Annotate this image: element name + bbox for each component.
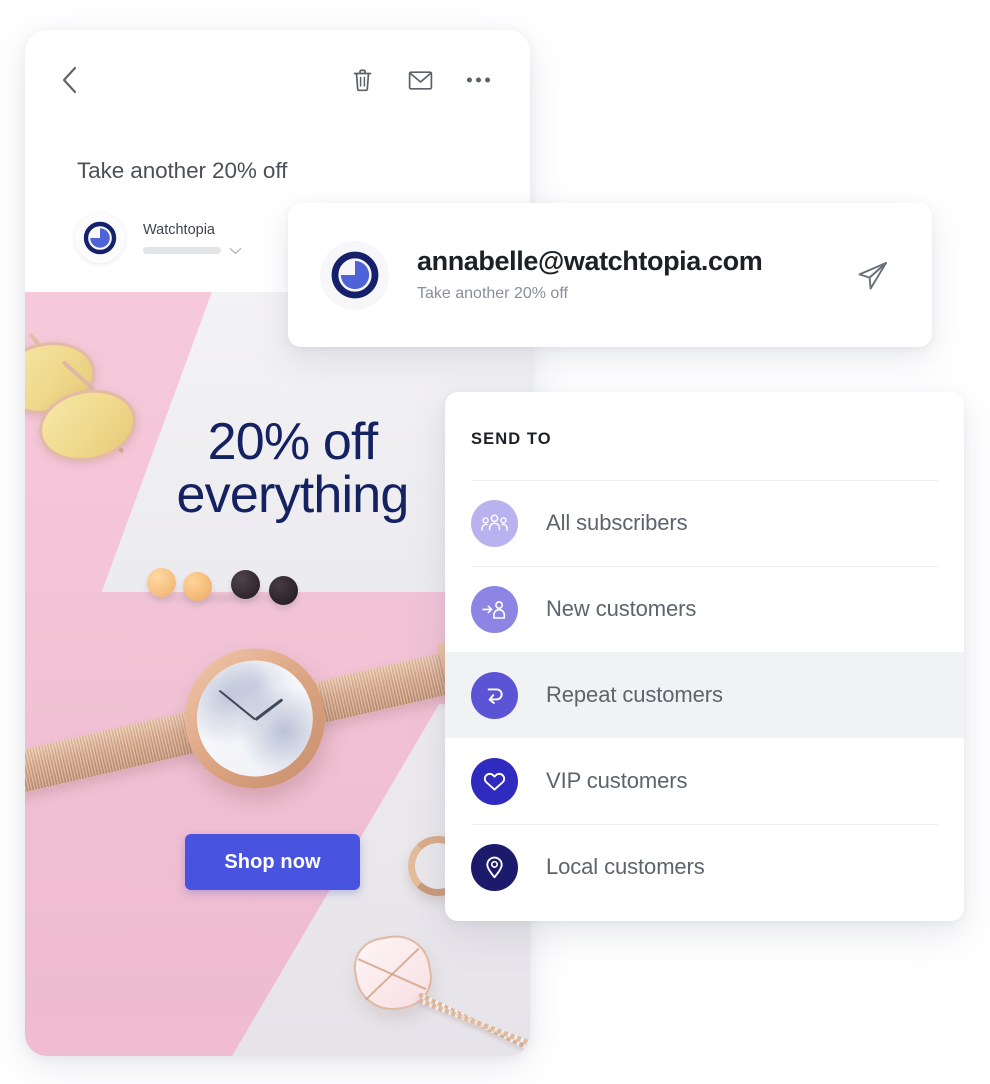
heart-icon bbox=[471, 757, 518, 805]
send-to-option-vip-customers[interactable]: VIP customers bbox=[445, 738, 964, 824]
back-icon[interactable] bbox=[61, 60, 95, 100]
email-card-text: annabelle@watchtopia.com Take another 20… bbox=[417, 245, 846, 304]
watchtopia-clock-logo bbox=[75, 213, 125, 263]
sender-placeholder-bar bbox=[143, 247, 221, 255]
send-to-option-all-subscribers[interactable]: All subscribers bbox=[445, 480, 964, 566]
trash-icon[interactable] bbox=[342, 60, 382, 100]
send-to-option-label: New customers bbox=[546, 596, 697, 621]
row-divider bbox=[471, 566, 938, 567]
send-to-option-label: Local customers bbox=[546, 854, 705, 879]
chevron-down-icon[interactable] bbox=[229, 247, 242, 255]
send-to-option-new-customers[interactable]: New customers bbox=[445, 566, 964, 652]
sender-subline bbox=[143, 247, 242, 255]
sender-meta: Watchtopia bbox=[143, 221, 242, 255]
stud-earrings-product-image bbox=[147, 566, 337, 606]
send-to-list: All subscribers New customers Repeat cus… bbox=[445, 480, 964, 910]
watchtopia-clock-logo bbox=[320, 240, 389, 310]
send-to-option-label: VIP customers bbox=[546, 768, 688, 793]
email-toolbar bbox=[25, 30, 530, 130]
send-to-title: SEND TO bbox=[471, 430, 552, 448]
screenshot-canvas: Take another 20% off Watchtopia 20% off … bbox=[0, 0, 990, 1084]
send-to-option-local-customers[interactable]: Local customers bbox=[445, 824, 964, 910]
map-pin-icon bbox=[471, 843, 518, 891]
send-to-panel: SEND TO All subscribers New customers Re… bbox=[445, 392, 964, 921]
group-people-icon bbox=[471, 499, 518, 547]
email-subject: Take another 20% off bbox=[77, 158, 288, 183]
email-recipient-card: annabelle@watchtopia.com Take another 20… bbox=[288, 203, 932, 347]
send-to-option-repeat-customers[interactable]: Repeat customers bbox=[445, 652, 964, 738]
row-divider bbox=[471, 480, 938, 481]
shop-now-button[interactable]: Shop now bbox=[185, 834, 360, 890]
send-to-option-label: All subscribers bbox=[546, 510, 688, 535]
paper-plane-icon[interactable] bbox=[846, 249, 898, 301]
person-arrow-in-icon bbox=[471, 585, 518, 633]
row-divider bbox=[471, 824, 938, 825]
recipient-email-subject: Take another 20% off bbox=[417, 285, 568, 303]
send-to-option-label: Repeat customers bbox=[546, 682, 723, 707]
ellipsis-icon[interactable] bbox=[458, 60, 498, 100]
return-arrow-icon bbox=[471, 671, 518, 719]
sender-row[interactable]: Watchtopia bbox=[75, 213, 242, 263]
recipient-email-address: annabelle@watchtopia.com bbox=[417, 245, 763, 276]
sender-name: Watchtopia bbox=[143, 222, 215, 239]
envelope-icon[interactable] bbox=[400, 60, 440, 100]
